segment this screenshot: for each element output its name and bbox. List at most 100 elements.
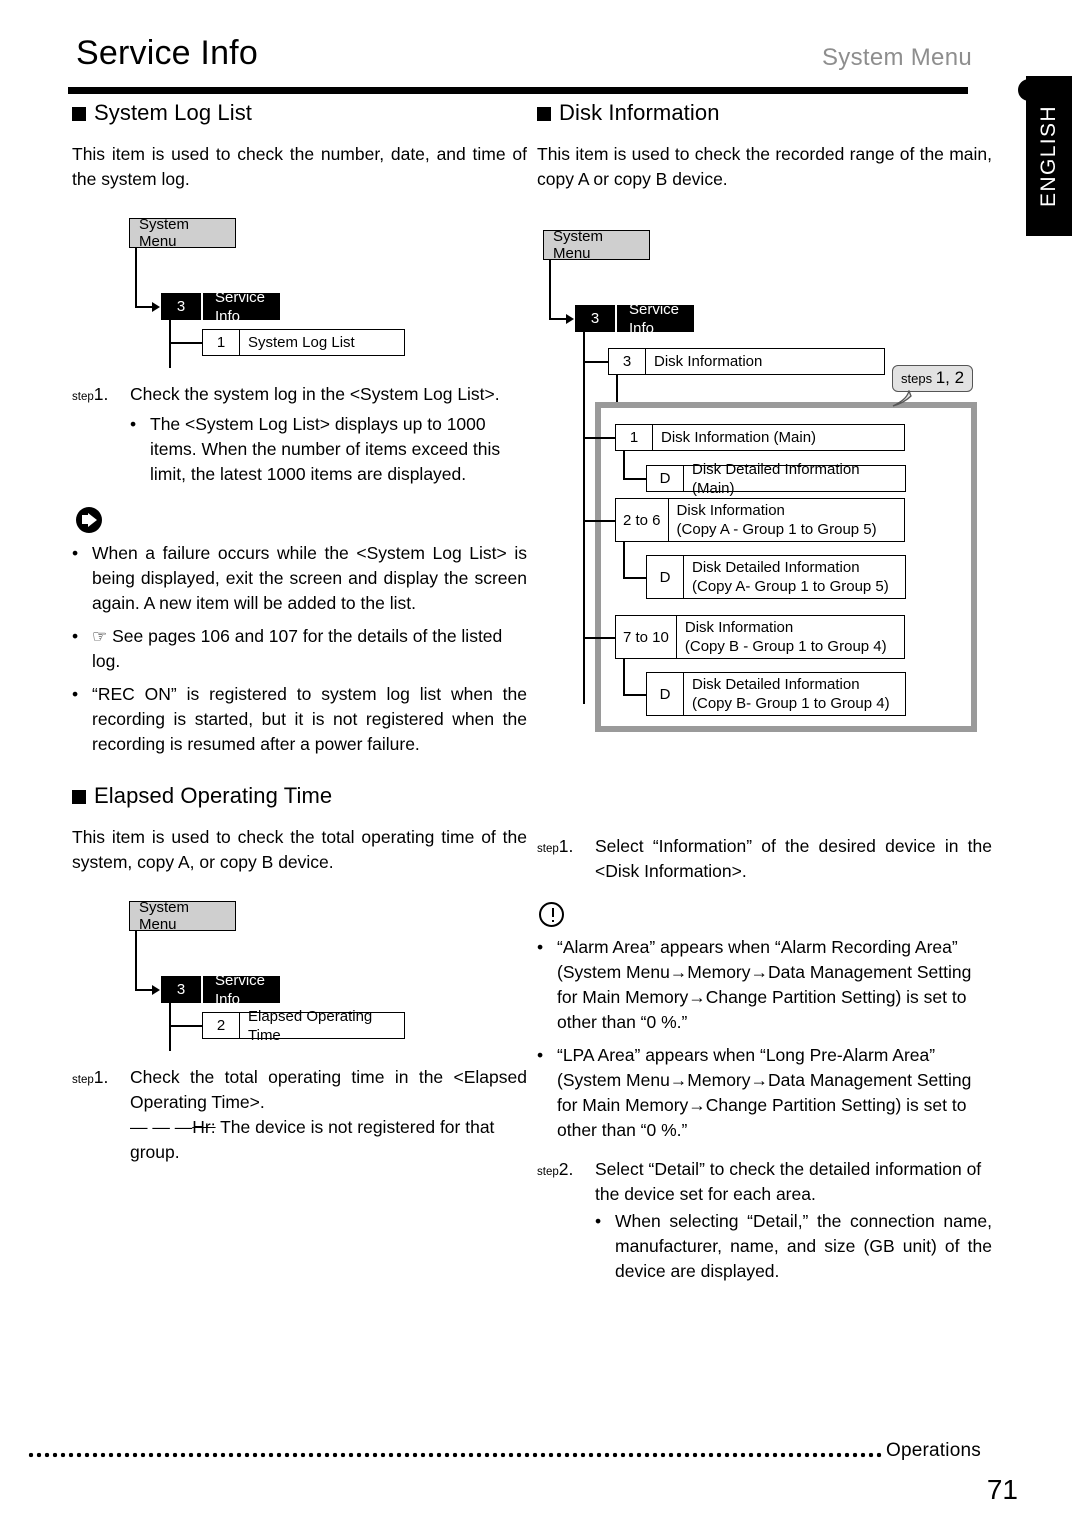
tree-connector: [135, 989, 153, 991]
footer-dotted-rule: [28, 1452, 884, 1458]
struck-unit: Hr:: [192, 1117, 216, 1137]
tree-node-label: Service Info: [215, 288, 266, 325]
step-text: Select “Detail” to check the detailed in…: [595, 1159, 982, 1204]
pointing-hand-icon: ☞: [92, 627, 108, 646]
tree-node-disk-detail-main: D Disk Detailed Information (Main): [646, 461, 906, 497]
steps-callout-prefix: steps: [901, 371, 933, 386]
bullet-square-icon: [72, 107, 86, 121]
section-heading-elapsed-operating-time: Elapsed Operating Time: [72, 783, 527, 809]
tree-node-disk-info-copy-b: 7 to 10 Disk Information (Copy B - Group…: [615, 615, 905, 659]
tree-node-system-log-list: 1 System Log List: [202, 329, 405, 356]
page-title: Service Info: [76, 34, 258, 72]
tree-connector: [623, 659, 625, 696]
section-heading-disk-information: Disk Information: [537, 100, 992, 126]
steps-callout: steps 1, 2: [892, 365, 974, 392]
tree-connector: [583, 361, 609, 363]
tree-node-disk-information: 3 Disk Information: [608, 348, 885, 375]
step-1-elapsed-time: step1. Check the total operating time in…: [72, 1065, 527, 1115]
step-label: step1.: [537, 834, 595, 884]
caution-text: “LPA Area” appears when “Long Pre-Alarm …: [557, 1045, 972, 1140]
step-number: 2.: [558, 1159, 574, 1179]
step-word: step: [72, 391, 94, 403]
tree-connector: [583, 520, 616, 522]
step-text: Select “Information” of the desired devi…: [595, 836, 992, 881]
language-tab-label: ENGLISH: [1037, 105, 1060, 207]
tree-node-number: 3: [575, 305, 617, 332]
step-2-disk-information: step2. Select “Detail” to check the deta…: [537, 1157, 992, 1207]
tree-connector: [623, 478, 647, 480]
tree-node-elapsed-operating-time: 2 Elapsed Operating Time: [202, 1007, 405, 1044]
section-heading-label: System Log List: [94, 100, 253, 125]
tree-node-label: Elapsed Operating Time: [248, 1007, 373, 1044]
step-label: step2.: [537, 1157, 595, 1207]
tree-node-number: D: [647, 466, 684, 491]
tree-connector: [623, 577, 647, 579]
tree-connector: [549, 318, 567, 320]
caution-item: • “LPA Area” appears when “Long Pre-Alar…: [537, 1043, 992, 1143]
tree-node-number: 3: [161, 293, 203, 320]
tree-connector: [623, 451, 625, 480]
tree-node-number: 3: [609, 349, 646, 374]
note-text: “REC ON” is registered to system log lis…: [92, 684, 527, 754]
tree-node-disk-detail-copy-a: D Disk Detailed Information (Copy A- Gro…: [646, 555, 906, 599]
tree-connector: [135, 306, 153, 308]
menu-tree-elapsed-operating-time: System Menu 3 Service Info 2 Elapsed Ope…: [72, 897, 527, 1051]
tree-node-number: 1: [203, 330, 240, 355]
steps-callout-tail-icon: [887, 390, 912, 410]
tree-connector: [583, 437, 616, 439]
note-item: • When a failure occurs while the <Syste…: [72, 541, 527, 616]
tree-connector: [135, 248, 137, 308]
tree-node-label: Disk Detailed Information (Copy B- Group…: [692, 676, 890, 712]
tree-connector: [135, 931, 137, 991]
tree-node-number: 2: [203, 1013, 240, 1038]
tree-connector: [169, 320, 171, 368]
bullet-dot-icon: •: [130, 414, 137, 434]
tree-node-label: Disk Information (Copy A - Group 1 to Gr…: [676, 502, 877, 538]
caution-circle-icon: [539, 902, 564, 927]
bullet-dot-icon: •: [537, 1045, 544, 1065]
note-arrow-icon: [76, 507, 102, 533]
step-1-sub-note: • The <System Log List> displays up to 1…: [130, 412, 527, 487]
step-label: step1.: [72, 382, 130, 410]
tree-node-label: Disk Information: [654, 353, 763, 370]
tree-node-label: Disk Information (Copy B - Group 1 to Gr…: [684, 619, 887, 655]
right-column: Disk Information This item is used to ch…: [537, 100, 992, 1284]
tree-node-label: System Log List: [248, 334, 355, 351]
step-number: 1.: [558, 836, 574, 856]
bullet-dot-icon: •: [537, 937, 544, 957]
left-column: System Log List This item is used to che…: [72, 100, 527, 1165]
tree-node-label: System Menu: [139, 899, 190, 933]
sub-note-text: When selecting “Detail,” the connection …: [615, 1211, 992, 1281]
step-number: 1.: [93, 384, 109, 404]
tree-node-number: D: [647, 556, 684, 598]
tree-connector: [583, 332, 585, 704]
step-word: step: [537, 1166, 559, 1178]
step-label: step1.: [72, 1065, 130, 1115]
disk-information-intro: This item is used to check the recorded …: [537, 144, 992, 189]
tree-node-disk-detail-copy-b: D Disk Detailed Information (Copy B- Gro…: [646, 672, 906, 716]
step-text: Check the total operating time in the <E…: [130, 1067, 527, 1112]
tree-node-system-menu: System Menu: [129, 899, 236, 933]
bullet-dot-icon: •: [72, 684, 79, 704]
step-2-sub-note: • When selecting “Detail,” the connectio…: [595, 1209, 992, 1284]
tree-node-system-menu: System Menu: [543, 228, 650, 262]
tree-arrow-icon: [566, 314, 574, 324]
tree-connector: [169, 1025, 203, 1027]
bullet-dot-icon: •: [72, 543, 79, 563]
section-heading-system-log-list: System Log List: [72, 100, 527, 126]
menu-tree-system-log-list: System Menu 3 Service Info 1 System Log …: [72, 214, 527, 368]
note-item: • “REC ON” is registered to system log l…: [72, 682, 527, 757]
tree-connector: [623, 694, 647, 696]
step-text: Check the system log in the <System Log …: [130, 384, 500, 404]
tree-node-service-info: 3 Service Info: [575, 301, 694, 337]
tree-node-disk-info-copy-a: 2 to 6 Disk Information (Copy A - Group …: [615, 498, 905, 542]
section-heading-label: Disk Information: [559, 100, 720, 125]
tree-node-disk-info-main: 1 Disk Information (Main): [615, 424, 905, 451]
tree-connector: [169, 342, 203, 344]
tree-node-number: D: [647, 673, 684, 715]
bullet-square-icon: [537, 107, 551, 121]
tree-node-service-info: 3 Service Info: [161, 971, 280, 1008]
page-header: Service Info System Menu: [68, 34, 1040, 101]
step-1-dash-note: — — —Hr: The device is not registered fo…: [130, 1115, 527, 1165]
tree-node-label: Service Info: [215, 971, 266, 1008]
